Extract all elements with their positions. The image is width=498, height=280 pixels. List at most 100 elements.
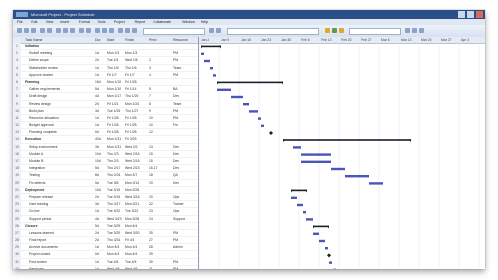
row-number[interactable]: 22	[13, 193, 21, 201]
task-bar[interactable]	[293, 146, 301, 149]
task-bar[interactable]	[231, 95, 243, 99]
task-cell[interactable]: 1d	[95, 115, 105, 121]
task-cell[interactable]: Fri 4/1	[125, 237, 147, 243]
table-row[interactable]: 29 Archive documents 1d Mon 4/4 Mon 4/4 28 Adm…	[13, 244, 198, 252]
task-bar[interactable]	[297, 203, 303, 207]
cut-icon[interactable]	[56, 28, 61, 33]
task-cell[interactable]: Fri 1/28	[107, 122, 123, 128]
task-cell[interactable]: 4	[149, 72, 171, 78]
task-cell[interactable]: Fri 1/28	[107, 129, 123, 135]
task-name[interactable]: Module A	[29, 151, 99, 157]
task-cell[interactable]: Thu 1/27	[125, 108, 147, 114]
table-row[interactable]: 20 Fix defects 5d Tue 3/8 Mon 3/14 19 Dev	[13, 179, 198, 187]
task-cell[interactable]: 24	[149, 216, 171, 222]
task-name[interactable]: Handover	[29, 266, 99, 269]
unlink-tasks-icon[interactable]	[102, 28, 107, 33]
table-row[interactable]: 25 Support period 4d Wed 3/23 Mon 3/28 24 Supp…	[13, 215, 198, 223]
task-cell[interactable]: Thu 1/20	[125, 93, 147, 99]
task-name[interactable]: Review design	[29, 101, 99, 107]
row-number[interactable]: 25	[13, 215, 21, 222]
task-name[interactable]: Testing	[29, 172, 99, 178]
task-cell[interactable]: Team	[173, 101, 197, 107]
zoom-in-icon[interactable]	[209, 28, 214, 33]
task-cell[interactable]: 1d	[95, 50, 105, 56]
task-cell[interactable]: 2d	[95, 230, 105, 236]
task-cell[interactable]: Dev	[173, 165, 197, 171]
row-number[interactable]: 8	[13, 93, 21, 100]
milestone[interactable]	[269, 131, 273, 135]
row-number[interactable]: 11	[13, 114, 21, 122]
task-cell[interactable]: PM	[173, 230, 197, 236]
task-cell[interactable]: 16,17	[149, 165, 171, 171]
task-cell[interactable]: 20	[149, 194, 171, 200]
highlight-icon[interactable]	[325, 28, 330, 33]
task-cell[interactable]: 12	[149, 129, 171, 135]
task-cell[interactable]: Wed 3/30	[125, 230, 147, 236]
task-cell[interactable]: Ops	[173, 194, 197, 200]
task-cell[interactable]: PM	[173, 115, 197, 121]
task-cell[interactable]: Wed 2/16	[125, 158, 147, 164]
task-cell[interactable]: 2d	[95, 237, 105, 243]
table-row[interactable]: 21 Deployment 10d Tue 3/15 Mon 3/28	[13, 186, 198, 194]
row-number[interactable]: 9	[13, 100, 21, 107]
task-bar[interactable]	[204, 59, 210, 63]
task-cell[interactable]: Wed 2/16	[125, 151, 147, 157]
row-number[interactable]: 7	[13, 86, 21, 93]
task-cell[interactable]: 13	[149, 144, 171, 150]
task-cell[interactable]: Thu 2/3	[107, 158, 123, 164]
task-cell[interactable]: PM	[173, 108, 197, 114]
row-number[interactable]: 13	[13, 129, 21, 136]
task-bar[interactable]	[217, 88, 231, 91]
task-name[interactable]: Setup environment	[29, 144, 99, 150]
task-cell[interactable]: 5d	[95, 180, 105, 186]
task-cell[interactable]: 3d	[95, 108, 105, 114]
task-cell[interactable]: Tue 1/25	[107, 108, 123, 114]
task-cell[interactable]: Mon 4/4	[107, 251, 123, 257]
task-cell[interactable]: Team	[173, 65, 197, 71]
table-row[interactable]: 19 Testing 8d Thu 2/24 Mon 3/7 18 QA	[13, 172, 198, 180]
maximize-icon[interactable]	[467, 11, 474, 18]
task-cell[interactable]: 1d	[95, 266, 105, 269]
task-cell[interactable]: 2d	[95, 194, 105, 200]
table-row[interactable]: 3 Define scope 2d Tue 1/4 Wed 1/5 2 PM	[13, 57, 198, 65]
task-cell[interactable]: 0d	[95, 129, 105, 135]
row-number[interactable]: 23	[13, 201, 21, 208]
table-row[interactable]: 5 Approve charter 1d Fri 1/7 Fri 1/7 4 PM	[13, 71, 198, 79]
task-cell[interactable]: Tue 4/5	[107, 259, 123, 265]
task-name[interactable]: Project closed	[29, 251, 99, 257]
task-bar[interactable]	[369, 182, 383, 185]
task-cell[interactable]: 2d	[95, 57, 105, 63]
quick-access-toolbar[interactable]	[16, 12, 28, 17]
table-row[interactable]: 2 Kickoff meeting 1d Mon 1/3 Mon 1/3 PM	[13, 50, 198, 58]
task-name[interactable]: Closure	[25, 223, 95, 229]
task-cell[interactable]: Mon 3/21	[125, 201, 147, 207]
task-cell[interactable]: Dev	[173, 93, 197, 99]
task-cell[interactable]: Mon 1/17	[107, 93, 123, 99]
row-number[interactable]: 21	[13, 186, 21, 193]
task-cell[interactable]: 5d	[95, 223, 105, 229]
task-cell[interactable]: Ops	[173, 208, 197, 214]
task-cell[interactable]: 23	[149, 208, 171, 214]
row-number[interactable]: 10	[13, 107, 21, 114]
task-cell[interactable]: Mon 1/31	[107, 136, 123, 142]
task-cell[interactable]: Mon 4/4	[125, 251, 147, 257]
table-row[interactable]: 31 Post-review 1d Tue 4/5 Tue 4/5 30 PM	[13, 258, 198, 266]
row-number[interactable]: 32	[13, 265, 21, 269]
bold-icon[interactable]	[405, 28, 410, 33]
task-cell[interactable]: 40d	[95, 136, 105, 142]
task-cell[interactable]: 10d	[95, 187, 105, 193]
task-cell[interactable]: Mon 3/28	[125, 216, 147, 222]
task-cell[interactable]: Wed 2/23	[125, 165, 147, 171]
row-number[interactable]: 30	[13, 251, 21, 258]
task-name[interactable]: Prepare release	[29, 194, 99, 200]
task-name[interactable]: Budget approval	[29, 122, 99, 128]
task-cell[interactable]: Fri 1/7	[125, 72, 147, 78]
task-cell[interactable]: 1d	[95, 244, 105, 250]
task-cell[interactable]: Dev	[173, 180, 197, 186]
row-number[interactable]: 14	[13, 136, 21, 143]
table-row[interactable]: 7 Gather requirements 5d Mon 1/10 Fri 1/14 5 B…	[13, 86, 198, 94]
task-cell[interactable]: Thu 3/17	[107, 201, 123, 207]
summary-bar[interactable]	[313, 225, 329, 228]
table-row[interactable]: 22 Prepare release 2d Tue 3/15 Wed 3/16 20 Ops	[13, 193, 198, 202]
task-cell[interactable]: Tue 3/15	[107, 194, 123, 200]
